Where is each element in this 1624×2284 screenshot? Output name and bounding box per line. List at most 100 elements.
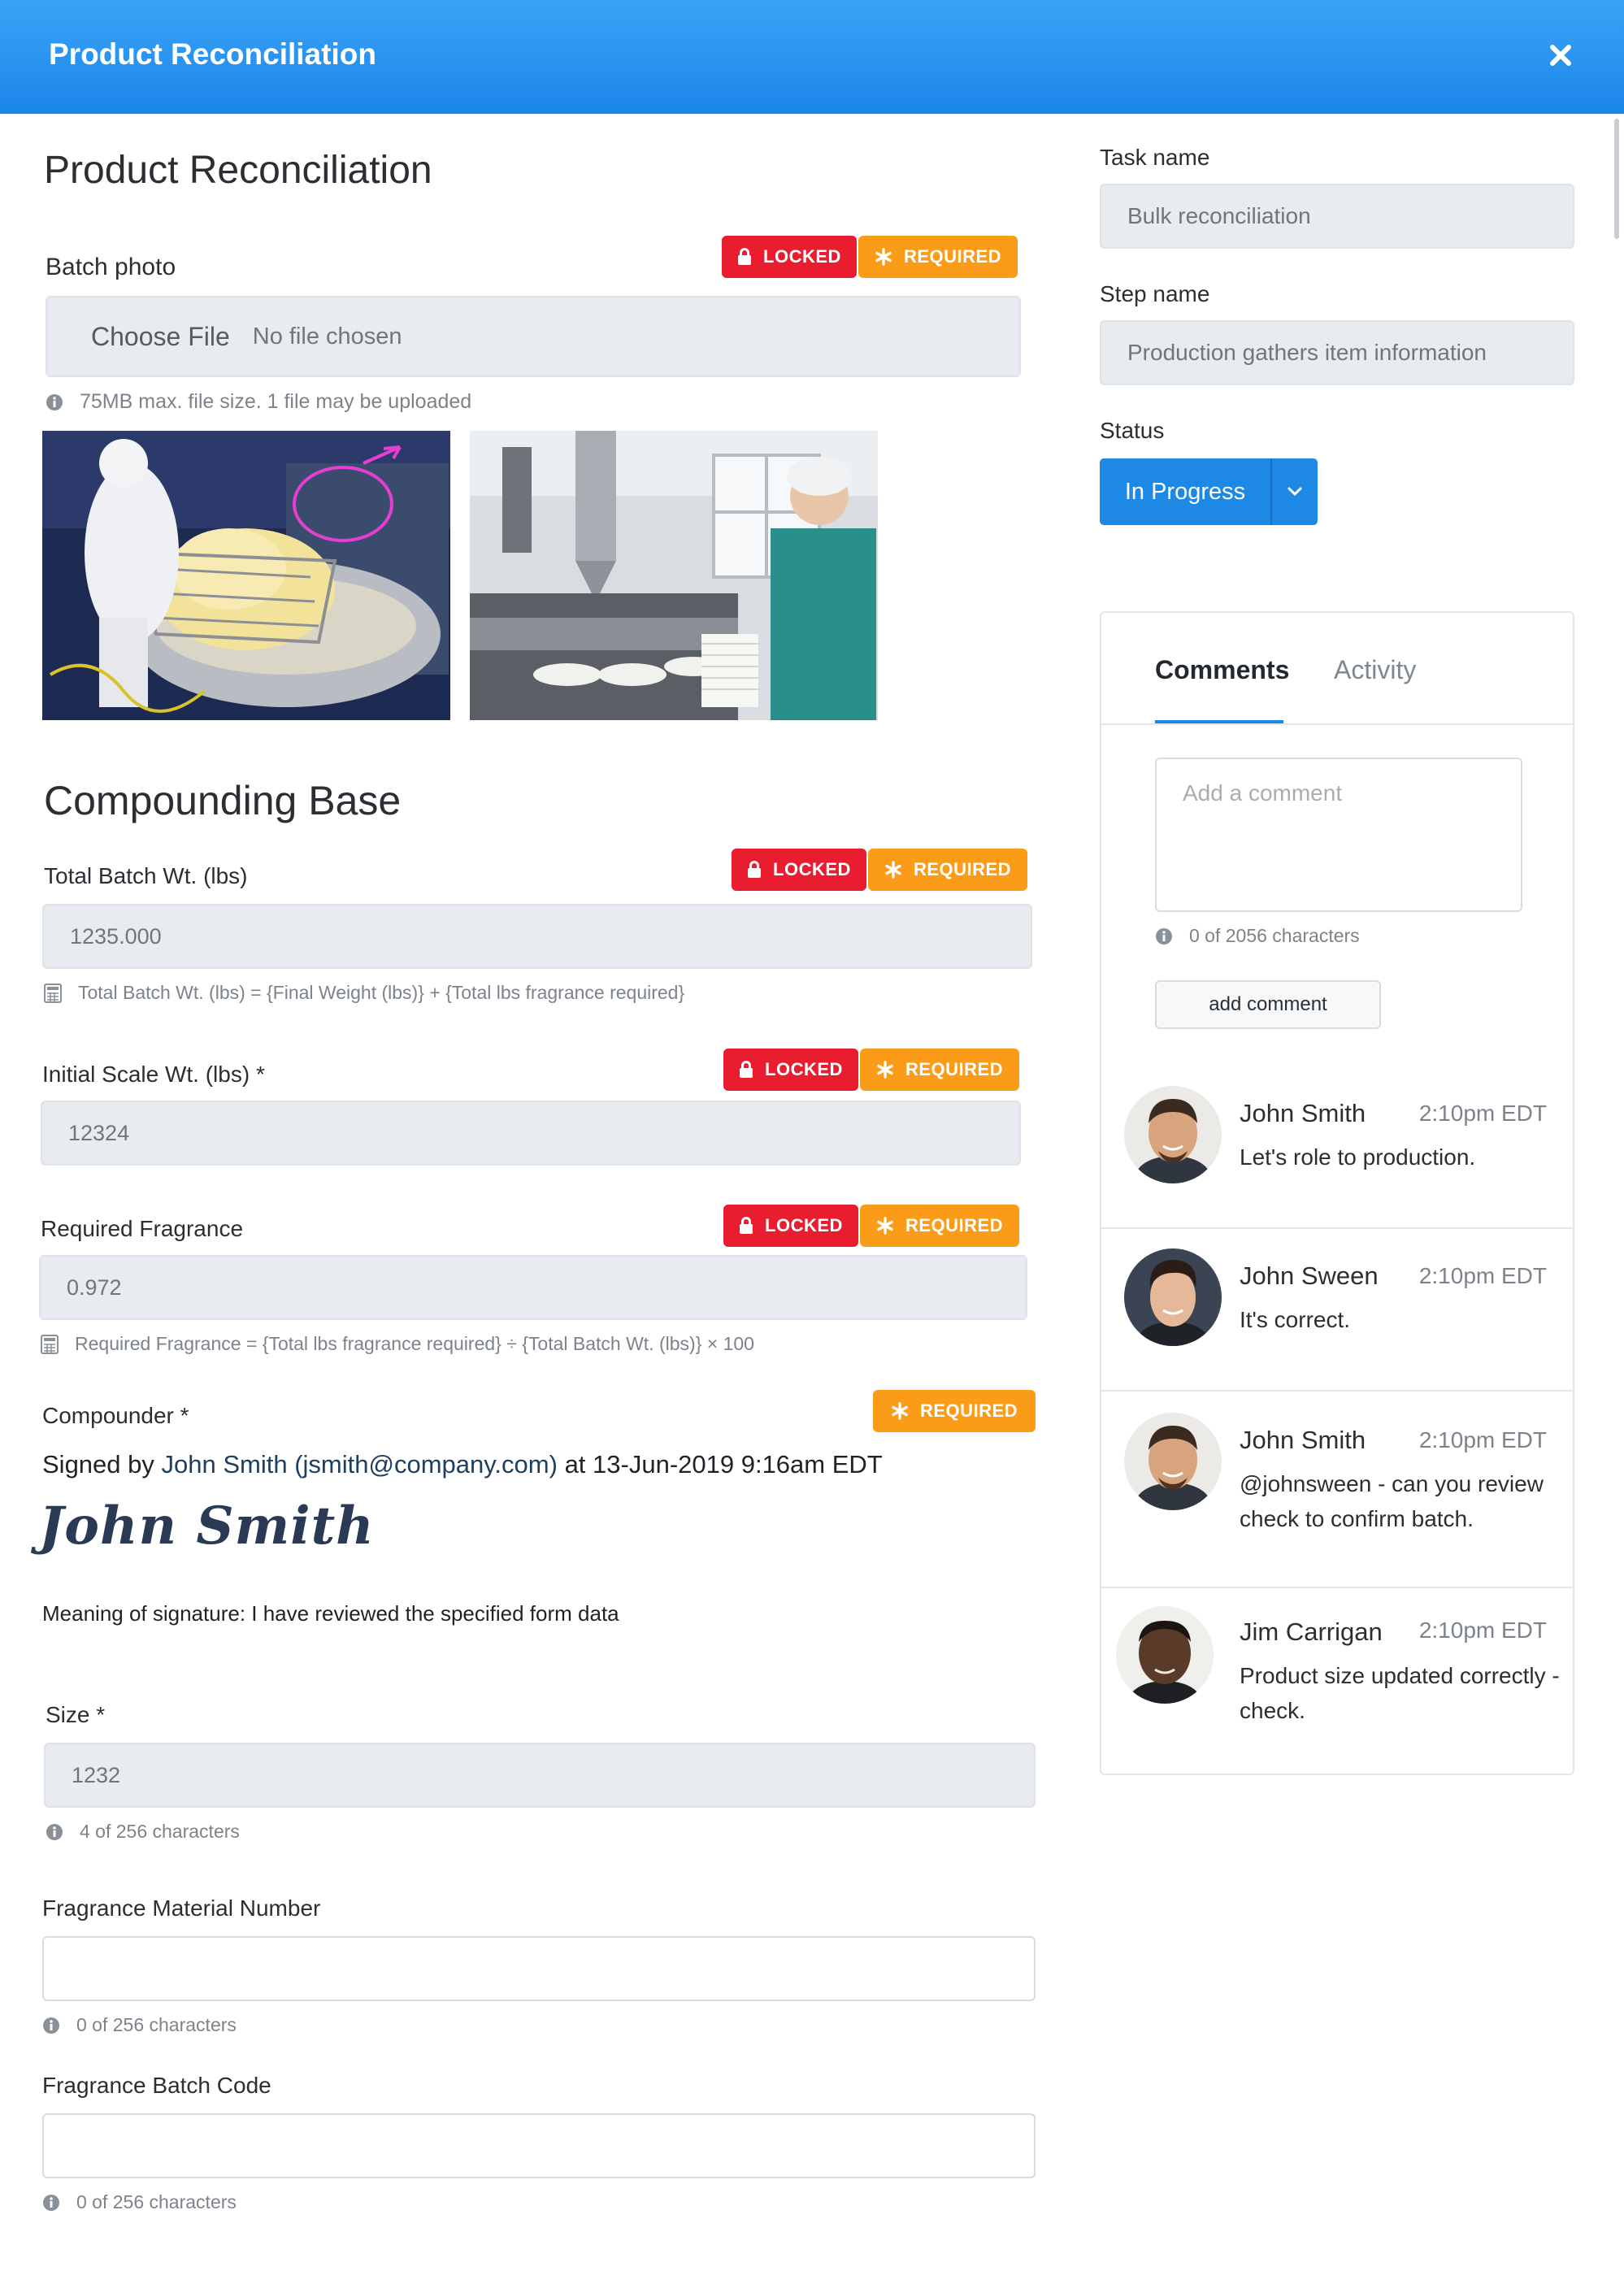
status-toggle[interactable] [1272, 458, 1318, 525]
comment-time: 2:10pm EDT [1418, 1617, 1547, 1643]
comment-time: 2:10pm EDT [1418, 1263, 1547, 1288]
total-batch-value: 1235.000 [70, 923, 162, 949]
locked-badge-label: LOCKED [773, 859, 851, 879]
required-badge: REQUIRED [873, 1390, 1036, 1432]
required-badge: REQUIRED [860, 1205, 1019, 1247]
batch-photo-thumbnail-2[interactable] [470, 431, 878, 720]
required-badge-label: REQUIRED [913, 859, 1012, 879]
info-icon [1155, 927, 1173, 945]
initial-scale-value: 12324 [68, 1120, 130, 1145]
avatar [1124, 1086, 1222, 1183]
initial-scale-field: 12324 [41, 1101, 1021, 1166]
size-value: 1232 [72, 1762, 121, 1787]
required-badge-label: REQUIRED [919, 1400, 1018, 1421]
asterisk-icon [875, 248, 892, 266]
close-button[interactable] [1546, 41, 1575, 70]
required-fragrance-field: 0.972 [39, 1255, 1027, 1320]
locked-badge: LOCKED [732, 849, 866, 891]
batch-photo-thumbnail-1[interactable] [42, 431, 450, 720]
fragrance-material-input[interactable] [42, 1936, 1036, 2001]
lock-icon [740, 1061, 753, 1078]
tab-activity[interactable]: Activity [1334, 655, 1416, 685]
tab-comments[interactable]: Comments [1155, 655, 1289, 685]
task-name-field: Bulk reconciliation [1100, 184, 1574, 249]
required-badge-label: REQUIRED [903, 246, 1002, 267]
size-label: Size * [46, 1702, 106, 1727]
avatar [1124, 1413, 1222, 1510]
locked-badge-label: LOCKED [765, 1215, 843, 1235]
asterisk-icon [877, 1217, 893, 1235]
signed-suffix: at 13-Jun-2019 9:16am EDT [564, 1450, 883, 1479]
required-badge: REQUIRED [860, 1049, 1019, 1091]
signature-meaning: Meaning of signature: I have reviewed th… [42, 1601, 619, 1626]
fragrance-material-hint: 0 of 256 characters [42, 2014, 237, 2036]
comment-text: @johnsween - can you review check to con… [1240, 1471, 1544, 1531]
lock-icon [738, 248, 752, 265]
locked-badge-label: LOCKED [765, 1059, 843, 1079]
close-icon [1550, 45, 1571, 66]
compounder-label: Compounder * [42, 1403, 189, 1428]
fragrance-batch-hint: 0 of 256 characters [42, 2191, 237, 2213]
file-size-hint: 75MB max. file size. 1 file may be uploa… [46, 390, 471, 414]
initial-scale-label: Initial Scale Wt. (lbs) * [42, 1062, 265, 1087]
avatar [1124, 1248, 1222, 1346]
signature-image: John Smith [39, 1496, 375, 1557]
comment-counter: 0 of 2056 characters [1155, 925, 1360, 947]
fragrance-batch-input[interactable] [42, 2113, 1036, 2178]
status-dropdown[interactable]: In Progress [1100, 458, 1318, 525]
locked-badge: LOCKED [722, 236, 857, 278]
fragrance-batch-label: Fragrance Batch Code [42, 2073, 271, 2098]
batch-photo-label: Batch photo [46, 254, 176, 280]
task-name-value: Bulk reconciliation [1127, 203, 1311, 228]
comment-divider [1101, 1390, 1573, 1392]
locked-badge: LOCKED [723, 1205, 858, 1247]
comment-text: It's correct. [1240, 1307, 1351, 1332]
step-name-label: Step name [1100, 281, 1210, 306]
required-fragrance-formula: Required Fragrance = {Total lbs fragranc… [41, 1333, 754, 1355]
file-status: No file chosen [252, 323, 402, 350]
required-badge-label: REQUIRED [905, 1215, 1004, 1235]
task-name-label: Task name [1100, 145, 1210, 170]
comment-text: Let's role to production. [1240, 1144, 1476, 1170]
total-batch-formula-text: Total Batch Wt. (lbs) = {Final Weight (l… [78, 982, 685, 1003]
comment-author: Jim Carrigan [1240, 1617, 1383, 1646]
comment-time: 2:10pm EDT [1418, 1101, 1547, 1126]
scrollbar[interactable] [1614, 119, 1619, 239]
comment-counter-text: 0 of 2056 characters [1189, 925, 1360, 946]
total-batch-formula: Total Batch Wt. (lbs) = {Final Weight (l… [44, 982, 684, 1004]
locked-badge-label: LOCKED [763, 246, 841, 267]
locked-badge: LOCKED [723, 1049, 858, 1091]
status-value[interactable]: In Progress [1100, 458, 1272, 525]
info-icon [46, 1823, 63, 1841]
add-comment-button[interactable]: add comment [1155, 980, 1381, 1029]
comment-author: John Smith [1240, 1099, 1366, 1127]
comment-time: 2:10pm EDT [1418, 1427, 1547, 1452]
modal-header: Product Reconciliation [0, 0, 1624, 114]
comment-input[interactable] [1155, 758, 1522, 912]
step-name-field: Production gathers item information [1100, 320, 1574, 385]
form-title: Product Reconciliation [44, 149, 432, 192]
info-icon [46, 393, 63, 411]
required-badge: REQUIRED [858, 236, 1018, 278]
lock-icon [748, 861, 762, 878]
calculator-icon [41, 1334, 59, 1354]
comment-divider [1101, 1227, 1573, 1229]
asterisk-icon [892, 1402, 908, 1420]
required-fragrance-label: Required Fragrance [41, 1216, 244, 1241]
required-fragrance-value: 0.972 [67, 1274, 122, 1300]
comment-author: John Smith [1240, 1426, 1366, 1454]
comment-author: John Sween [1240, 1261, 1379, 1290]
tabs-divider [1101, 723, 1573, 725]
asterisk-icon [885, 861, 901, 879]
choose-file-button[interactable]: Choose File [91, 322, 230, 352]
batch-photo-file-input[interactable]: Choose File No file chosen [46, 296, 1021, 377]
comments-panel: Comments Activity 0 of 2056 characters a… [1100, 611, 1574, 1775]
comment-divider [1101, 1587, 1573, 1588]
signed-by-line: Signed by John Smith (jsmith@company.com… [42, 1450, 883, 1479]
section-title-compounding-base: Compounding Base [44, 778, 402, 823]
calculator-icon [44, 983, 62, 1003]
step-name-value: Production gathers item information [1127, 340, 1487, 365]
required-fragrance-formula-text: Required Fragrance = {Total lbs fragranc… [75, 1333, 754, 1354]
required-badge: REQUIRED [868, 849, 1027, 891]
file-size-hint-text: 75MB max. file size. 1 file may be uploa… [80, 390, 472, 413]
